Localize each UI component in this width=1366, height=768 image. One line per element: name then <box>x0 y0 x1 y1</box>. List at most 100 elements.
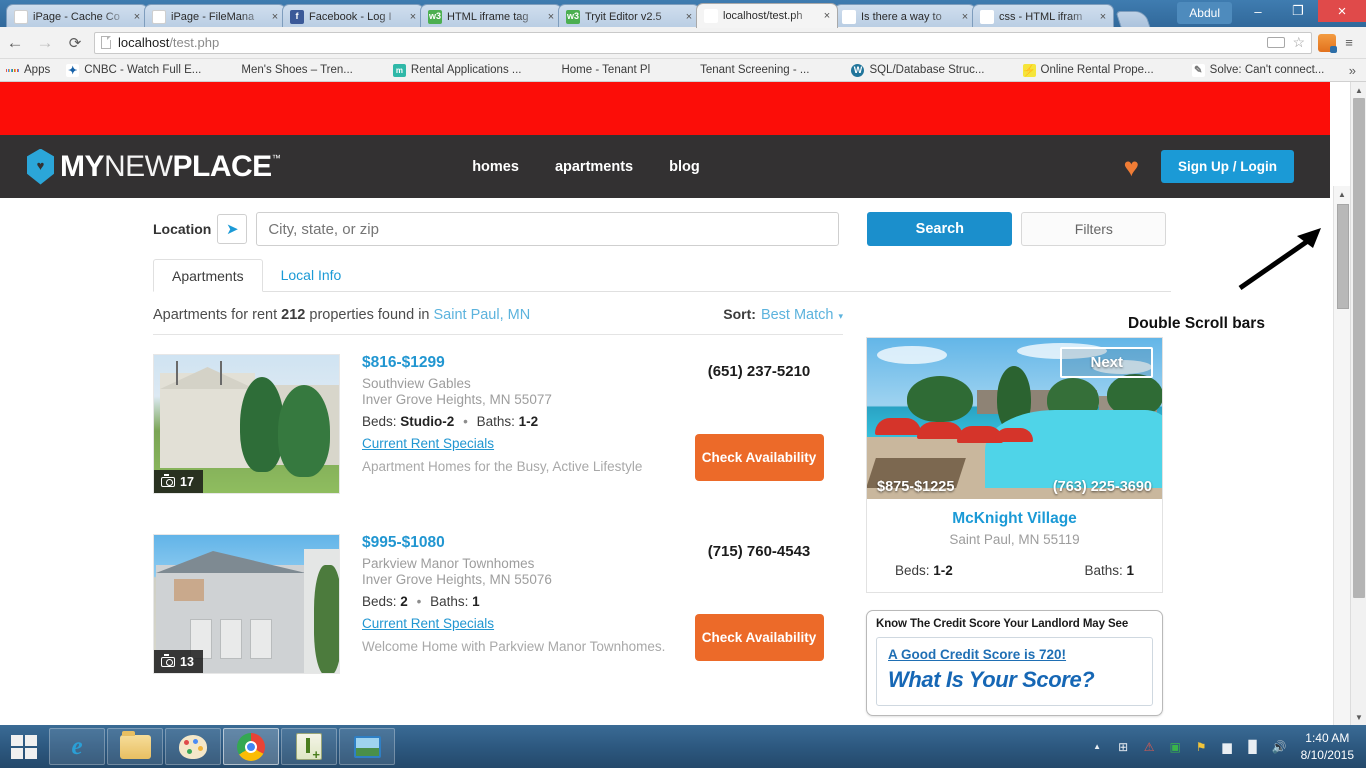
browser-tab-4[interactable]: w3 HTML iframe tag × <box>420 4 562 28</box>
bookmark-rental-applications[interactable]: m Rental Applications ... <box>392 63 521 77</box>
bookmark-star-icon[interactable]: ☆ <box>1292 34 1305 51</box>
browser-tab-3[interactable]: f Facebook - Log I × <box>282 4 424 28</box>
browser-tab-2[interactable]: i iPage - FileMana × <box>144 4 286 28</box>
taskbar-item-photo-viewer[interactable] <box>339 728 395 765</box>
featured-property-card[interactable]: Next $875-$1225 (763) 225-3690 McKnight … <box>866 337 1163 593</box>
forward-button[interactable]: → <box>30 33 60 53</box>
bookmark-online-rental[interactable]: ⚡ Online Rental Prope... <box>1022 63 1154 77</box>
close-window-button[interactable]: × <box>1318 0 1366 22</box>
next-photo-button[interactable]: Next <box>1060 347 1153 378</box>
check-availability-button[interactable]: Check Availability <box>694 614 824 661</box>
new-tab-button[interactable] <box>1115 11 1151 28</box>
results-location-link[interactable]: Saint Paul, MN <box>433 307 530 323</box>
taskbar-clock[interactable]: 1:40 AM 8/10/2015 <box>1301 730 1354 762</box>
user-profile-chip[interactable]: Abdul <box>1177 2 1232 24</box>
tab-close-icon[interactable]: × <box>821 10 833 22</box>
maximize-button[interactable]: ❐ <box>1278 0 1318 22</box>
navigation-arrow-icon: ➤ <box>226 221 239 238</box>
volume-icon[interactable]: 🔊 <box>1271 738 1288 755</box>
browser-tab-5[interactable]: w3 Tryit Editor v2.5 × <box>558 4 700 28</box>
browser-tab-8[interactable]: ☰ css - HTML ifram × <box>972 4 1114 28</box>
rent-specials-link[interactable]: Current Rent Specials <box>362 436 494 451</box>
bookmark-mens-shoes[interactable]: Men's Shoes – Tren... <box>241 64 353 76</box>
tab-close-icon[interactable]: × <box>683 11 695 23</box>
location-label: Location <box>153 221 212 237</box>
minimize-button[interactable]: – <box>1238 0 1278 22</box>
tab-close-icon[interactable]: × <box>959 11 971 23</box>
tab-apartments[interactable]: Apartments <box>153 259 263 292</box>
favorites-heart-icon[interactable]: ♥ <box>1124 154 1139 180</box>
listing-photo[interactable]: 13 <box>153 534 340 674</box>
listing-price[interactable]: $816-$1299 <box>362 354 675 372</box>
chevron-down-icon[interactable]: ▾ <box>838 311 843 322</box>
tab-local-info[interactable]: Local Info <box>263 258 360 291</box>
inner-scrollbar-thumb[interactable] <box>1337 204 1349 309</box>
taskbar-item-paint[interactable] <box>165 728 221 765</box>
listing-phone[interactable]: (651) 237-5210 <box>675 363 843 380</box>
bookmark-apps[interactable]: Apps <box>5 64 50 77</box>
listing-card[interactable]: 17 $816-$1299 Southview Gables Inver Gro… <box>153 354 843 494</box>
show-hidden-icons-button[interactable]: ▲ <box>1089 738 1106 755</box>
address-bar[interactable]: localhost /test.php ☆ <box>94 31 1312 54</box>
browser-tab-6-active[interactable]: ◉ localhost/test.ph × <box>696 3 838 28</box>
extension-icon[interactable] <box>1318 33 1337 53</box>
inner-iframe-scrollbar[interactable]: ▲ <box>1333 186 1350 725</box>
reload-button[interactable]: ⟳ <box>60 34 90 52</box>
back-button[interactable]: ← <box>0 33 30 53</box>
nav-item-blog[interactable]: blog <box>669 159 700 175</box>
scroll-down-arrow-icon[interactable]: ▼ <box>1351 709 1366 725</box>
keyboard-icon[interactable] <box>1267 37 1286 48</box>
rent-specials-link[interactable]: Current Rent Specials <box>362 616 494 631</box>
listing-phone[interactable]: (715) 760-4543 <box>675 543 843 560</box>
sort-value[interactable]: Best Match <box>761 307 834 323</box>
taskbar-item-internet-explorer[interactable]: e <box>49 728 105 765</box>
beds-label: Beds: <box>362 414 397 429</box>
signup-login-button[interactable]: Sign Up / Login <box>1161 150 1294 183</box>
search-input[interactable] <box>256 212 840 246</box>
search-button[interactable]: Search <box>867 212 1013 246</box>
system-tray: ▲ ⊞ ⚠ ▣ ⚑ ▆ ▉ 🔊 1:40 AM 8/10/2015 <box>1089 730 1366 762</box>
outer-page-scrollbar[interactable]: ▲ ▼ <box>1350 82 1366 725</box>
listing-card[interactable]: 13 $995-$1080 Parkview Manor Townhomes I… <box>153 534 843 674</box>
browser-tab-7[interactable]: ☰ Is there a way to × <box>834 4 976 28</box>
bookmark-tenant-screening[interactable]: Tenant Screening - ... <box>700 64 809 76</box>
tab-close-icon[interactable]: × <box>269 11 281 23</box>
tab-close-icon[interactable]: × <box>545 11 557 23</box>
credit-score-ad[interactable]: Know The Credit Score Your Landlord May … <box>866 610 1163 716</box>
windows-update-icon[interactable]: ⊞ <box>1115 738 1132 755</box>
bookmark-home-tenant[interactable]: Home - Tenant Pl <box>561 64 650 76</box>
filters-button[interactable]: Filters <box>1021 212 1167 246</box>
taskbar-item-file-explorer[interactable] <box>107 728 163 765</box>
listing-photo[interactable]: 17 <box>153 354 340 494</box>
scroll-up-arrow-icon[interactable]: ▲ <box>1351 82 1366 98</box>
tab-close-icon[interactable]: × <box>131 11 143 23</box>
network-signal-icon[interactable]: ▆ <box>1219 738 1236 755</box>
bookmark-cnbc[interactable]: ✦ CNBC - Watch Full E... <box>66 63 201 77</box>
bookmark-sql-database[interactable]: W SQL/Database Struc... <box>851 63 985 77</box>
featured-name[interactable]: McKnight Village <box>881 510 1148 528</box>
tab-close-icon[interactable]: × <box>407 11 419 23</box>
ad-line-1[interactable]: A Good Credit Score is 720! <box>888 647 1141 662</box>
start-button[interactable] <box>0 725 48 768</box>
locate-me-button[interactable]: ➤ <box>217 214 248 244</box>
bookmark-solve-cant-connect[interactable]: ✎ Solve: Can't connect... <box>1191 63 1324 77</box>
listing-info: $816-$1299 Southview Gables Inver Grove … <box>340 354 675 494</box>
outer-scrollbar-thumb[interactable] <box>1353 98 1365 598</box>
chrome-menu-icon[interactable]: ≡ <box>1338 36 1360 49</box>
site-logo[interactable]: ♥ MY NEW PLACE ™ <box>27 148 281 185</box>
bookmarks-overflow-icon[interactable]: » <box>1349 63 1356 78</box>
tab-close-icon[interactable]: × <box>1097 11 1109 23</box>
sort-control[interactable]: Sort: Best Match ▾ <box>723 306 843 323</box>
antivirus-icon[interactable]: ⚠ <box>1141 738 1158 755</box>
taskbar-item-chrome[interactable] <box>223 728 279 765</box>
nav-item-homes[interactable]: homes <box>472 159 519 175</box>
browser-tab-1[interactable]: i iPage - Cache Co × <box>6 4 148 28</box>
listing-price[interactable]: $995-$1080 <box>362 534 675 552</box>
scroll-up-arrow-icon[interactable]: ▲ <box>1334 186 1350 202</box>
check-availability-button[interactable]: Check Availability <box>694 434 824 481</box>
battery-icon[interactable]: ▉ <box>1245 738 1262 755</box>
action-center-icon[interactable]: ⚑ <box>1193 738 1210 755</box>
nav-item-apartments[interactable]: apartments <box>555 159 633 175</box>
taskbar-item-notepadpp[interactable] <box>281 728 337 765</box>
app-icon[interactable]: ▣ <box>1167 738 1184 755</box>
